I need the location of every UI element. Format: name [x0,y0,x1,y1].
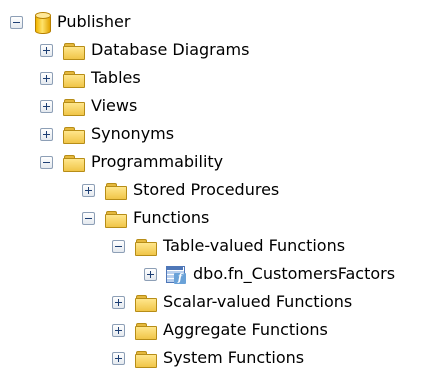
tree-node-label: Table-valued Functions [163,236,346,255]
tree-node-label: Aggregate Functions [163,320,328,339]
tree-node-functions[interactable]: Functions [82,204,209,232]
folder-icon [105,182,127,200]
expand-toggle[interactable] [112,323,125,337]
folder-icon [135,294,157,312]
object-explorer-tree: Publisher Database Diagrams Tables Views… [0,0,434,374]
collapse-toggle[interactable] [82,211,95,225]
tree-node-aggregate-functions[interactable]: Aggregate Functions [112,316,328,344]
folder-icon [135,350,157,368]
tree-node-tables[interactable]: Tables [40,64,141,92]
tree-node-label: Stored Procedures [133,180,280,199]
tree-node-stored-procedures[interactable]: Stored Procedures [82,176,279,204]
expand-toggle[interactable] [40,127,53,141]
tree-node-views[interactable]: Views [40,92,137,120]
collapse-toggle[interactable] [112,239,125,253]
folder-icon [63,70,85,88]
folder-icon [63,98,85,116]
expand-toggle[interactable] [40,99,53,113]
expand-toggle[interactable] [112,295,125,309]
tree-node-table-valued-functions[interactable]: Table-valued Functions [112,232,345,260]
tree-node-label: Programmability [91,152,224,171]
tree-node-label: Tables [91,68,141,87]
tree-node-label: Synonyms [91,124,175,143]
tree-node-database-diagrams[interactable]: Database Diagrams [40,36,249,64]
tree-node-label: Scalar-valued Functions [163,292,353,311]
tree-node-system-functions[interactable]: System Functions [112,344,304,372]
tree-node-label: Database Diagrams [91,40,250,59]
folder-icon [63,154,85,172]
tree-node-publisher[interactable]: Publisher [10,8,130,36]
folder-icon [135,238,157,256]
tree-node-label: Views [91,96,138,115]
folder-icon [63,42,85,60]
tree-node-label: System Functions [163,348,305,367]
expand-toggle[interactable] [82,183,95,197]
expand-toggle[interactable] [40,43,53,57]
database-icon [33,10,51,34]
tree-node-scalar-valued-functions[interactable]: Scalar-valued Functions [112,288,352,316]
folder-icon [63,126,85,144]
expand-toggle[interactable] [144,267,157,281]
tree-node-synonyms[interactable]: Synonyms [40,120,174,148]
tree-node-label: Publisher [57,12,131,31]
tree-node-label: dbo.fn_CustomersFactors [193,264,396,283]
tree-node-fn-customers-factors[interactable]: f dbo.fn_CustomersFactors [144,260,395,288]
expand-toggle[interactable] [40,71,53,85]
folder-icon [105,210,127,228]
expand-toggle[interactable] [112,351,125,365]
collapse-toggle[interactable] [40,155,53,169]
tree-node-label: Functions [133,208,210,227]
tree-node-programmability[interactable]: Programmability [40,148,223,176]
folder-icon [135,322,157,340]
table-valued-function-icon: f [165,264,187,284]
collapse-toggle[interactable] [10,15,23,29]
